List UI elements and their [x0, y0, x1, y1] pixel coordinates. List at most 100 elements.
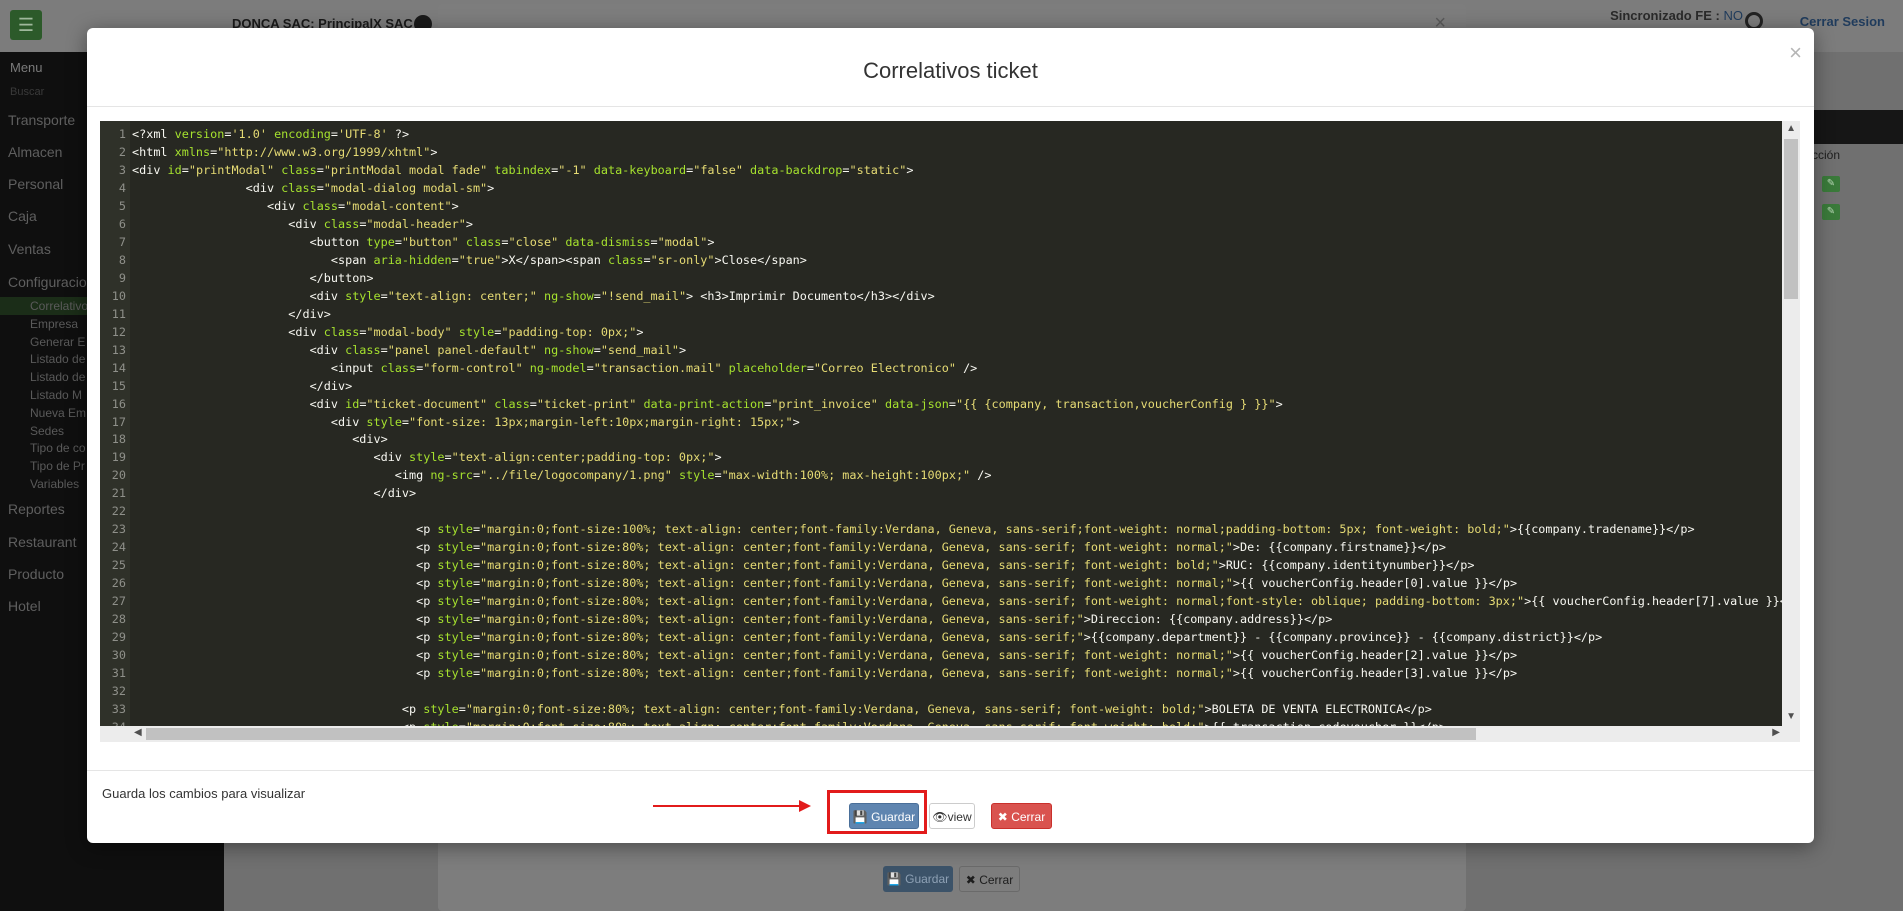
code-line[interactable]: 5 <div class="modal-content"> [100, 198, 1782, 216]
sidebar-item[interactable]: Personal [8, 176, 63, 192]
code-line[interactable]: 31 <p style="margin:0;font-size:80%; tex… [100, 665, 1782, 683]
sidebar-subitem[interactable]: Generar E [30, 335, 85, 349]
line-number: 1 [118, 127, 126, 141]
code-line[interactable]: 17 <div style="font-size: 13px;margin-le… [100, 414, 1782, 432]
sidebar-item[interactable]: Producto [8, 566, 64, 582]
code-line[interactable]: 15 </div> [100, 378, 1782, 396]
line-text: <p style="margin:0;font-size:80%; text-a… [416, 540, 1447, 555]
sidebar-subitem[interactable]: Tipo de Pr [30, 459, 85, 473]
code-line[interactable]: 19 <div style="text-align:center;padding… [100, 449, 1782, 467]
line-number: 2 [118, 144, 126, 159]
scrollbar-thumb[interactable] [1784, 139, 1798, 299]
sidebar-item[interactable]: Caja [8, 208, 37, 224]
sidebar-item[interactable]: Hotel [8, 598, 41, 614]
line-number: 30 [111, 648, 126, 663]
line-number: 15 [111, 378, 126, 393]
close-icon[interactable]: × [1789, 40, 1802, 66]
sidebar-subitem[interactable]: Sedes [30, 424, 64, 438]
scroll-down-icon[interactable]: ▼ [1786, 711, 1796, 722]
edit-icon[interactable]: ✎ [1822, 204, 1840, 220]
scroll-left-icon[interactable]: ◀ [134, 727, 142, 738]
sidebar-subitem[interactable]: Nueva Em [30, 406, 86, 420]
close-button[interactable]: ✖ Cerrar [991, 803, 1052, 829]
sidebar-item[interactable]: Ventas [8, 241, 51, 257]
code-line[interactable]: 32 [100, 683, 1782, 701]
code-line[interactable]: 1 <?xml version='1.0' encoding='UTF-8' ?> [100, 126, 1782, 144]
save-button[interactable]: 💾 Guardar [849, 803, 919, 829]
background-close-button[interactable]: ✖ Cerrar [959, 866, 1020, 892]
scrollbar-thumb[interactable] [146, 728, 1476, 740]
line-text: <span aria-hidden="true">X</span><span c… [330, 252, 807, 267]
eye-icon: 👁 [932, 810, 948, 824]
line-number: 7 [118, 234, 126, 249]
sidebar-subitem[interactable]: Variables [30, 477, 79, 491]
line-number: 24 [111, 540, 126, 555]
sidebar-subitem[interactable]: Empresa [30, 317, 78, 331]
sidebar-subitem[interactable]: Tipo de co [30, 441, 86, 455]
line-number: 18 [111, 432, 126, 447]
line-number: 26 [111, 576, 126, 591]
code-line[interactable]: 11 </div> [100, 306, 1782, 324]
code-line[interactable]: 8 <span aria-hidden="true">X</span><span… [100, 252, 1782, 270]
line-number: 19 [111, 450, 126, 465]
sidebar-subitem[interactable]: Correlativo [30, 299, 88, 313]
line-number: 12 [111, 324, 126, 339]
line-text: <div class="modal-body" style="padding-t… [288, 324, 644, 339]
line-number: 10 [111, 288, 126, 303]
code-line[interactable]: 21 </div> [100, 485, 1782, 503]
modal-title: Correlativos ticket [863, 58, 1038, 83]
view-button[interactable]: 👁view [929, 803, 975, 829]
code-line[interactable]: 4 <div class="modal-dialog modal-sm"> [100, 180, 1782, 198]
vertical-scrollbar[interactable]: ▲ ▼ [1782, 121, 1800, 726]
scroll-right-icon[interactable]: ▶ [1772, 727, 1780, 738]
code-line[interactable]: 30 <p style="margin:0;font-size:80%; tex… [100, 647, 1782, 665]
sidebar-item[interactable]: Configuracion [8, 274, 94, 290]
code-line[interactable]: 28 <p style="margin:0;font-size:80%; tex… [100, 611, 1782, 629]
code-line[interactable]: 29 <p style="margin:0;font-size:80%; tex… [100, 629, 1782, 647]
line-text: <div class="panel panel-default" ng-show… [309, 342, 687, 357]
line-number: 16 [111, 396, 126, 411]
code-line[interactable]: 6 <div class="modal-header"> [100, 216, 1782, 234]
code-line[interactable]: 13 <div class="panel panel-default" ng-s… [100, 342, 1782, 360]
background-save-button[interactable]: 💾 Guardar [883, 866, 953, 892]
code-line[interactable]: 2 <html xmlns="http://www.w3.org/1999/xht… [100, 144, 1782, 162]
code-line[interactable]: 23 <p style="margin:0;font-size:100%; te… [100, 521, 1782, 539]
line-text: <div style="font-size: 13px;margin-left:… [330, 414, 800, 429]
code-line[interactable]: 16 <div id="ticket-document" class="tick… [100, 396, 1782, 414]
horizontal-scrollbar[interactable]: ◀ ▶ [100, 726, 1800, 742]
edit-icon[interactable]: ✎ [1822, 176, 1840, 192]
sidebar-subitem[interactable]: Listado de [30, 352, 85, 366]
sidebar-item[interactable]: Reportes [8, 501, 65, 517]
sidebar-subitem[interactable]: Listado de [30, 370, 85, 384]
line-text: <div id="ticket-document" class="ticket-… [309, 396, 1283, 411]
code-line[interactable]: 25 <p style="margin:0;font-size:80%; tex… [100, 557, 1782, 575]
code-line[interactable]: 12 <div class="modal-body" style="paddin… [100, 324, 1782, 342]
sidebar-item[interactable]: Almacen [8, 144, 62, 160]
line-number: 14 [111, 360, 126, 375]
sidebar-item[interactable]: Restaurant [8, 534, 76, 550]
code-line[interactable]: 20 <img ng-src="../file/logocompany/1.pn… [100, 467, 1782, 485]
code-line[interactable]: 10 <div style="text-align: center;" ng-s… [100, 288, 1782, 306]
code-line[interactable]: 3 <div id="printModal" class="printModal … [100, 162, 1782, 180]
code-line[interactable]: 24 <p style="margin:0;font-size:80%; tex… [100, 539, 1782, 557]
sidebar-search-input[interactable]: Buscar [10, 86, 44, 98]
line-text: <p style="margin:0;font-size:80%; text-a… [416, 594, 1800, 609]
line-text: <p style="margin:0;font-size:80%; text-a… [401, 702, 1432, 716]
code-line[interactable]: 14 <input class="form-control" ng-model=… [100, 360, 1782, 378]
hamburger-menu-icon[interactable]: ☰ [10, 10, 42, 40]
code-line[interactable]: 22 [100, 503, 1782, 521]
code-line[interactable]: 27 <p style="margin:0;font-size:80%; tex… [100, 593, 1800, 611]
code-editor[interactable]: 1 <?xml version='1.0' encoding='UTF-8' ?>… [100, 121, 1800, 742]
code-line[interactable]: 33 <p style="margin:0;font-size:80%; tex… [100, 701, 1782, 719]
sidebar-item[interactable]: Transporte [8, 112, 75, 128]
line-number: 17 [111, 414, 126, 429]
code-line[interactable]: 26 <p style="margin:0;font-size:80%; tex… [100, 575, 1782, 593]
code-lines[interactable]: 1 <?xml version='1.0' encoding='UTF-8' ?>… [100, 126, 1800, 742]
logout-link[interactable]: Cerrar Sesion [1800, 14, 1885, 29]
scroll-up-icon[interactable]: ▲ [1786, 123, 1796, 134]
code-line[interactable]: 18 <div> [100, 431, 1782, 449]
sidebar-subitem[interactable]: Listado M [30, 388, 82, 402]
code-line[interactable]: 9 </button> [100, 270, 1782, 288]
line-number: 33 [111, 702, 126, 716]
code-line[interactable]: 7 <button type="button" class="close" da… [100, 234, 1782, 252]
